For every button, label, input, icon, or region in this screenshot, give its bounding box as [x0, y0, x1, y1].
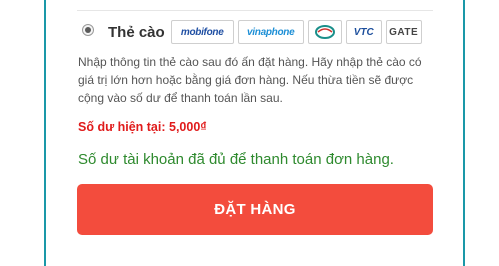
divider — [77, 10, 433, 11]
mobifone-logo: mobifone — [170, 20, 234, 44]
viettel-logo-icon — [314, 25, 335, 39]
panel-right-border — [463, 0, 465, 266]
gate-logo: GATE — [385, 20, 422, 44]
payment-method-label: Thẻ cào — [108, 23, 165, 41]
current-balance: Số dư hiện tại: 5,000₫ — [78, 120, 207, 134]
balance-status-message: Số dư tài khoản đã đủ để thanh toán đơn … — [78, 151, 394, 168]
gate-logo-text: GATE — [389, 26, 419, 38]
payment-method-option[interactable]: Thẻ cào mobifone vinaphone VTC GATE — [82, 18, 426, 46]
payment-instructions: Nhập thông tin thẻ cào sau đó ấn đặt hàn… — [78, 55, 422, 105]
vinaphone-logo-text: vinaphone — [247, 26, 295, 38]
vtc-logo-text: VTC — [353, 26, 374, 38]
vtc-logo: VTC — [345, 20, 382, 44]
mobifone-logo-text: mobifone — [180, 26, 224, 38]
panel-left-border — [44, 0, 46, 266]
payment-method-radio[interactable] — [82, 24, 94, 36]
place-order-button[interactable]: ĐẶT HÀNG — [77, 184, 433, 235]
vinaphone-logo: vinaphone — [237, 20, 304, 44]
viettel-logo — [307, 20, 342, 44]
